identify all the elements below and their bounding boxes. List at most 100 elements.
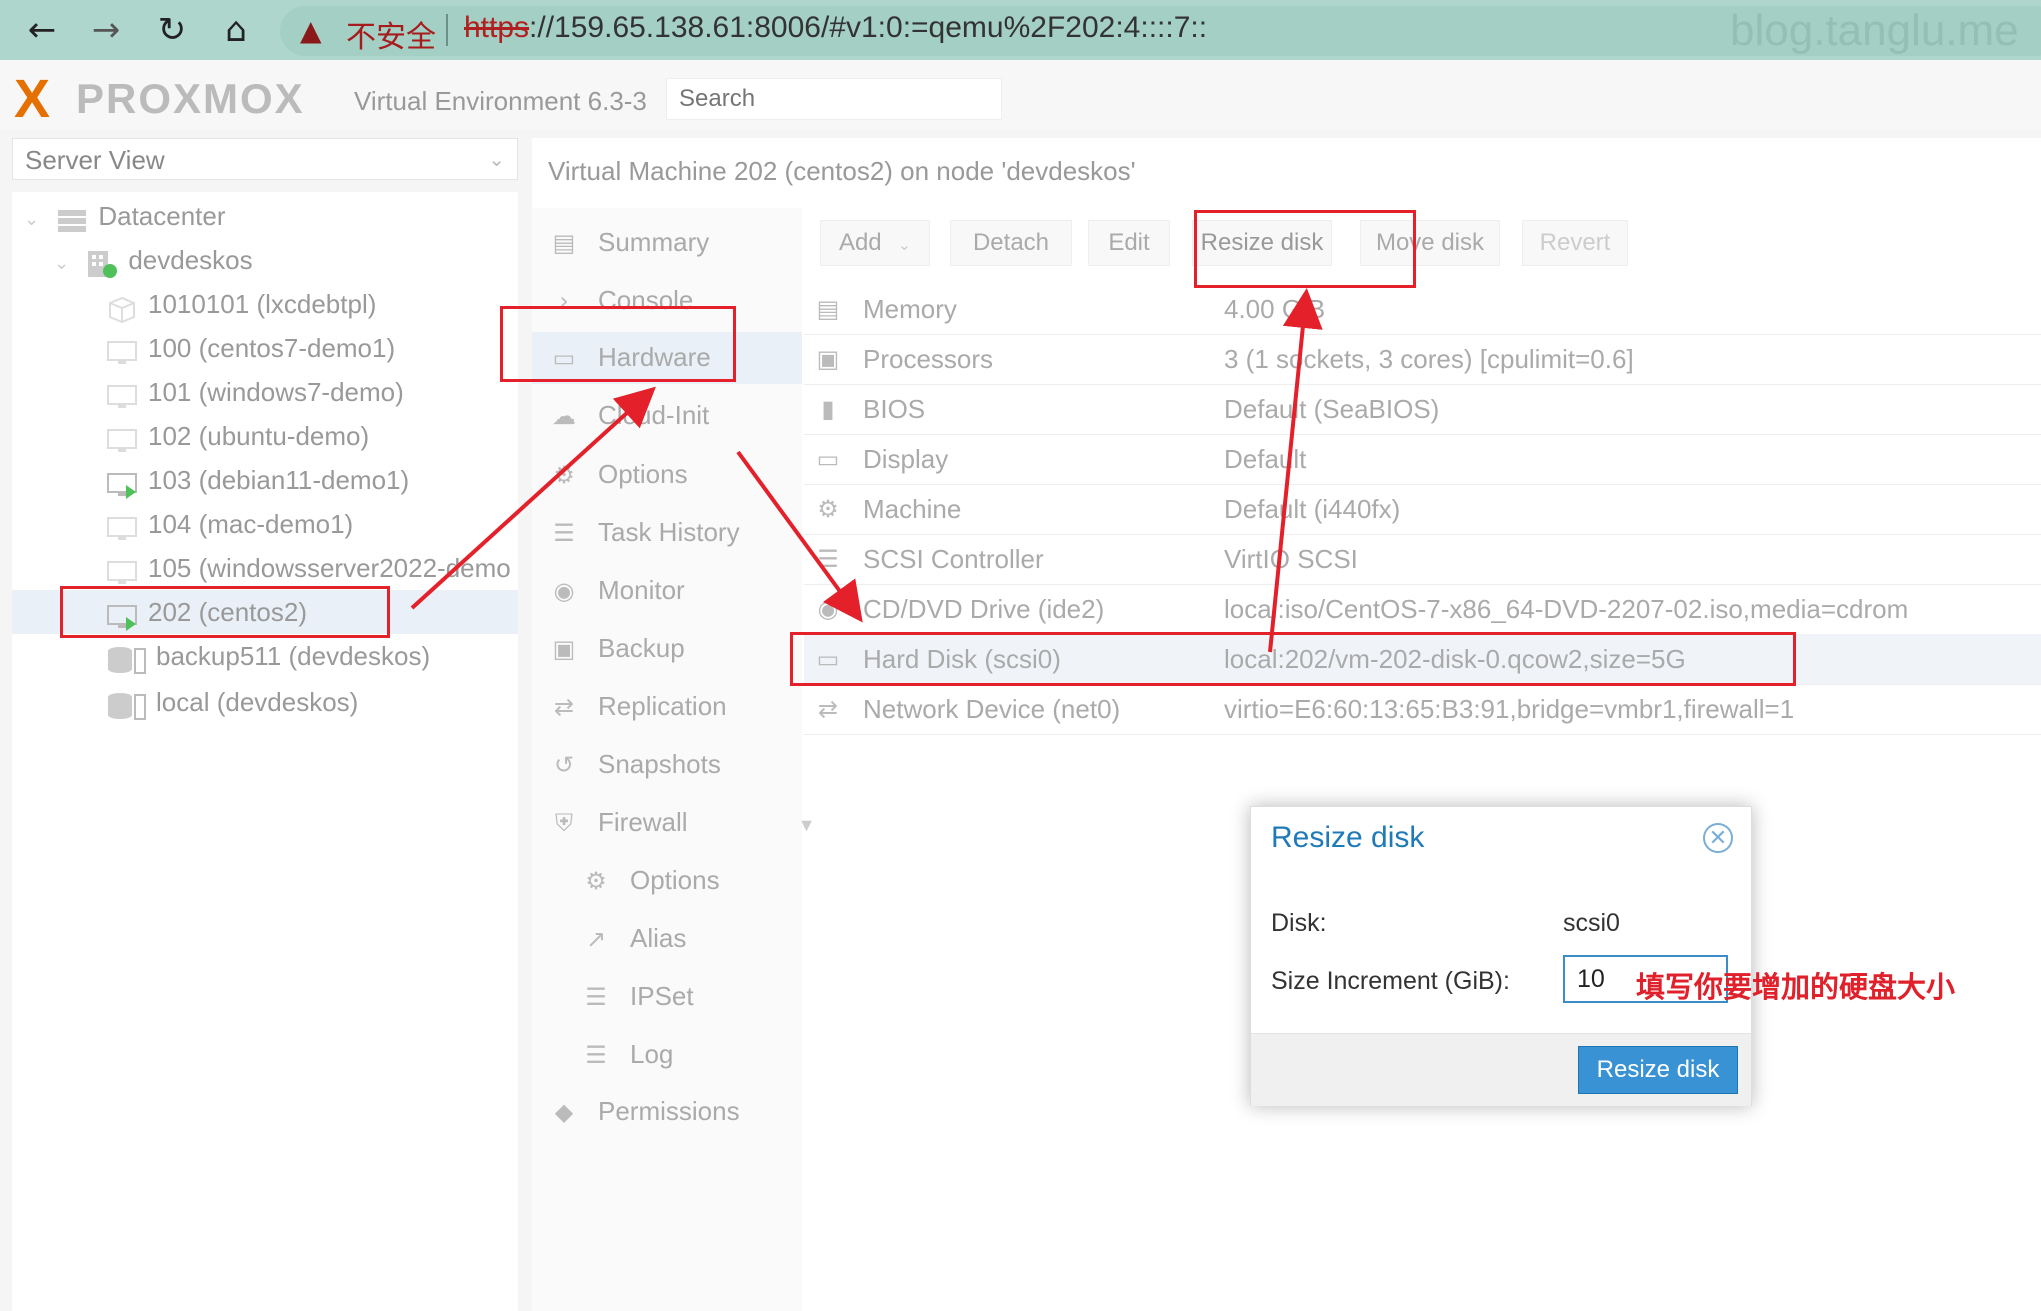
external-link-icon: ↗	[585, 925, 607, 953]
display-icon: ▭	[816, 445, 840, 473]
tree-item-node[interactable]: ⌄ devdeskos	[54, 238, 253, 282]
dialog-title: Resize disk	[1271, 821, 1425, 854]
menu-item-replication[interactable]: ⇄ Replication	[550, 681, 727, 731]
forward-icon[interactable]: →	[84, 8, 128, 52]
annotation-box-hardware	[500, 306, 736, 382]
vm-icon	[106, 380, 138, 409]
hardware-row-processors[interactable]: ▣ Processors 3 (1 sockets, 3 cores) [cpuli…	[804, 334, 2041, 385]
list-icon: ☰	[553, 519, 575, 547]
exchange-icon: ⇄	[817, 695, 839, 723]
hardware-row-display[interactable]: ▭ Display Default	[804, 434, 2041, 485]
close-icon[interactable]: ✕	[1703, 823, 1733, 853]
tree-item-guest[interactable]: 103 (debian11-demo1)	[106, 458, 409, 502]
gear-icon: ⚙	[553, 461, 575, 489]
resize-disk-submit-button[interactable]: Resize disk	[1578, 1046, 1738, 1094]
vm-icon	[106, 336, 138, 365]
cdrom-icon: ◉	[817, 595, 839, 623]
url-text[interactable]: https://159.65.138.61:8006/#v1:0:=qemu%2…	[464, 11, 1207, 45]
server-view-label: Server View	[25, 145, 165, 175]
cloud-icon: ☁	[552, 402, 576, 430]
reload-icon[interactable]: ↻	[150, 8, 194, 52]
tree-item-guest[interactable]: 102 (ubuntu-demo)	[106, 414, 369, 458]
storage-icon	[106, 690, 146, 721]
tree-item-label: 104 (mac-demo1)	[148, 509, 354, 539]
tree-toggle-icon[interactable]: ⌄	[24, 209, 39, 229]
hardware-row-memory[interactable]: ▤ Memory 4.00 GiB	[804, 284, 2041, 335]
database-icon: ☰	[817, 545, 839, 573]
menu-item-cloud-init[interactable]: ☁ Cloud-Init	[550, 390, 709, 440]
menu-item-task-history[interactable]: ☰ Task History	[550, 507, 739, 557]
tree-item-guest[interactable]: 100 (centos7-demo1)	[106, 326, 395, 370]
add-button[interactable]: Add ⌄	[820, 220, 930, 266]
tree-item-label: 101 (windows7-demo)	[148, 377, 404, 407]
tree-item-label: 105 (windowsserver2022-demo	[148, 553, 511, 583]
server-view-select[interactable]: Server View ⌄	[12, 138, 518, 180]
list-icon: ☰	[585, 1041, 607, 1069]
menu-item-backup[interactable]: ▣ Backup	[550, 623, 685, 673]
container-template-icon	[106, 292, 138, 324]
menu-item-monitor[interactable]: ◉ Monitor	[550, 565, 685, 615]
tree-item-guest[interactable]: 101 (windows7-demo)	[106, 370, 404, 414]
home-icon[interactable]: ⌂	[214, 8, 258, 52]
tree-item-label: backup511 (devdeskos)	[156, 641, 431, 671]
menu-item-log[interactable]: ☰ Log	[582, 1029, 673, 1079]
revert-button[interactable]: Revert	[1522, 220, 1628, 266]
storage-icon	[106, 644, 146, 675]
hardware-row-cdrom[interactable]: ◉ CD/DVD Drive (ide2) local:iso/CentOS-7-x…	[804, 584, 2041, 635]
app-header	[0, 60, 2041, 130]
retweet-icon: ⇄	[553, 693, 575, 721]
menu-item-options[interactable]: ⚙ Options	[550, 449, 687, 499]
memory-icon: ▤	[816, 295, 840, 323]
floppy-icon: ▣	[552, 635, 576, 663]
menu-item-firewall[interactable]: ⛨ Firewall ▼	[550, 797, 815, 847]
security-warning-label[interactable]: 不安全	[346, 12, 436, 56]
vm-icon	[106, 424, 138, 453]
vm-running-icon	[106, 468, 138, 500]
hardware-row-network[interactable]: ⇄ Network Device (net0) virtio=E6:60:13:65…	[804, 684, 2041, 735]
tree-item-label: devdeskos	[128, 245, 253, 275]
tree-item-guest[interactable]: 1010101 (lxcdebtpl)	[106, 282, 376, 326]
tree-item-storage[interactable]: local (devdeskos)	[106, 680, 358, 724]
tree-item-label: local (devdeskos)	[156, 687, 359, 717]
tree-item-storage[interactable]: backup511 (devdeskos)	[106, 634, 430, 678]
dialog-footer: Resize disk	[1251, 1033, 1751, 1106]
size-increment-label: Size Increment (GiB):	[1271, 967, 1510, 995]
menu-item-permissions[interactable]: ◆ Permissions	[550, 1086, 740, 1136]
hardware-row-scsi-controller[interactable]: ☰ SCSI Controller VirtIO SCSI	[804, 534, 2041, 585]
menu-item-alias[interactable]: ↗ Alias	[582, 913, 686, 963]
chevron-down-icon: ▼	[797, 815, 816, 835]
edit-button[interactable]: Edit	[1088, 220, 1170, 266]
detach-button[interactable]: Detach	[950, 220, 1072, 266]
tree-item-guest[interactable]: 104 (mac-demo1)	[106, 502, 353, 546]
disk-value: scsi0	[1563, 909, 1620, 937]
menu-item-ipset[interactable]: ☰ IPSet	[582, 971, 693, 1021]
proxmox-logo-icon: X	[14, 69, 51, 129]
menu-item-firewall-options[interactable]: ⚙ Options	[582, 855, 719, 905]
cogs-icon: ⚙	[817, 495, 839, 523]
datacenter-icon	[56, 204, 88, 233]
tree-item-guest[interactable]: 105 (windowsserver2022-demo	[106, 546, 511, 590]
menu-item-snapshots[interactable]: ↺ Snapshots	[550, 739, 721, 789]
tree-item-label: 102 (ubuntu-demo)	[148, 421, 370, 451]
tree-toggle-icon[interactable]: ⌄	[54, 253, 69, 273]
back-icon[interactable]: ←	[20, 8, 64, 52]
tree-item-datacenter[interactable]: ⌄ Datacenter	[24, 194, 226, 238]
annotation-box-hard-disk	[790, 632, 1796, 686]
menu-item-summary[interactable]: ▤ Summary	[550, 217, 710, 267]
tree-item-label: Datacenter	[98, 201, 226, 231]
annotation-box-resize-button	[1194, 210, 1416, 288]
page-title: Virtual Machine 202 (centos2) on node 'd…	[548, 156, 1136, 186]
cpu-icon: ▣	[816, 345, 840, 373]
summary-icon: ▤	[552, 229, 576, 257]
shield-icon: ⛨	[555, 809, 573, 837]
warning-icon[interactable]: ▲	[300, 14, 322, 47]
url-path: ://159.65.138.61:8006/#v1:0:=qemu%2F202:…	[529, 11, 1208, 44]
resize-disk-dialog: Resize disk ✕ Disk: scsi0 Size Increment…	[1250, 806, 1752, 1106]
search-input[interactable]	[666, 78, 1002, 120]
hardware-row-bios[interactable]: ▮ BIOS Default (SeaBIOS)	[804, 384, 2041, 435]
url-scheme: https	[464, 11, 530, 44]
annotation-text: 填写你要增加的硬盘大小	[1636, 970, 1956, 1004]
vm-icon	[106, 556, 138, 585]
hardware-row-machine[interactable]: ⚙ Machine Default (i440fx)	[804, 484, 2041, 535]
tree-item-label: 103 (debian11-demo1)	[148, 465, 410, 495]
